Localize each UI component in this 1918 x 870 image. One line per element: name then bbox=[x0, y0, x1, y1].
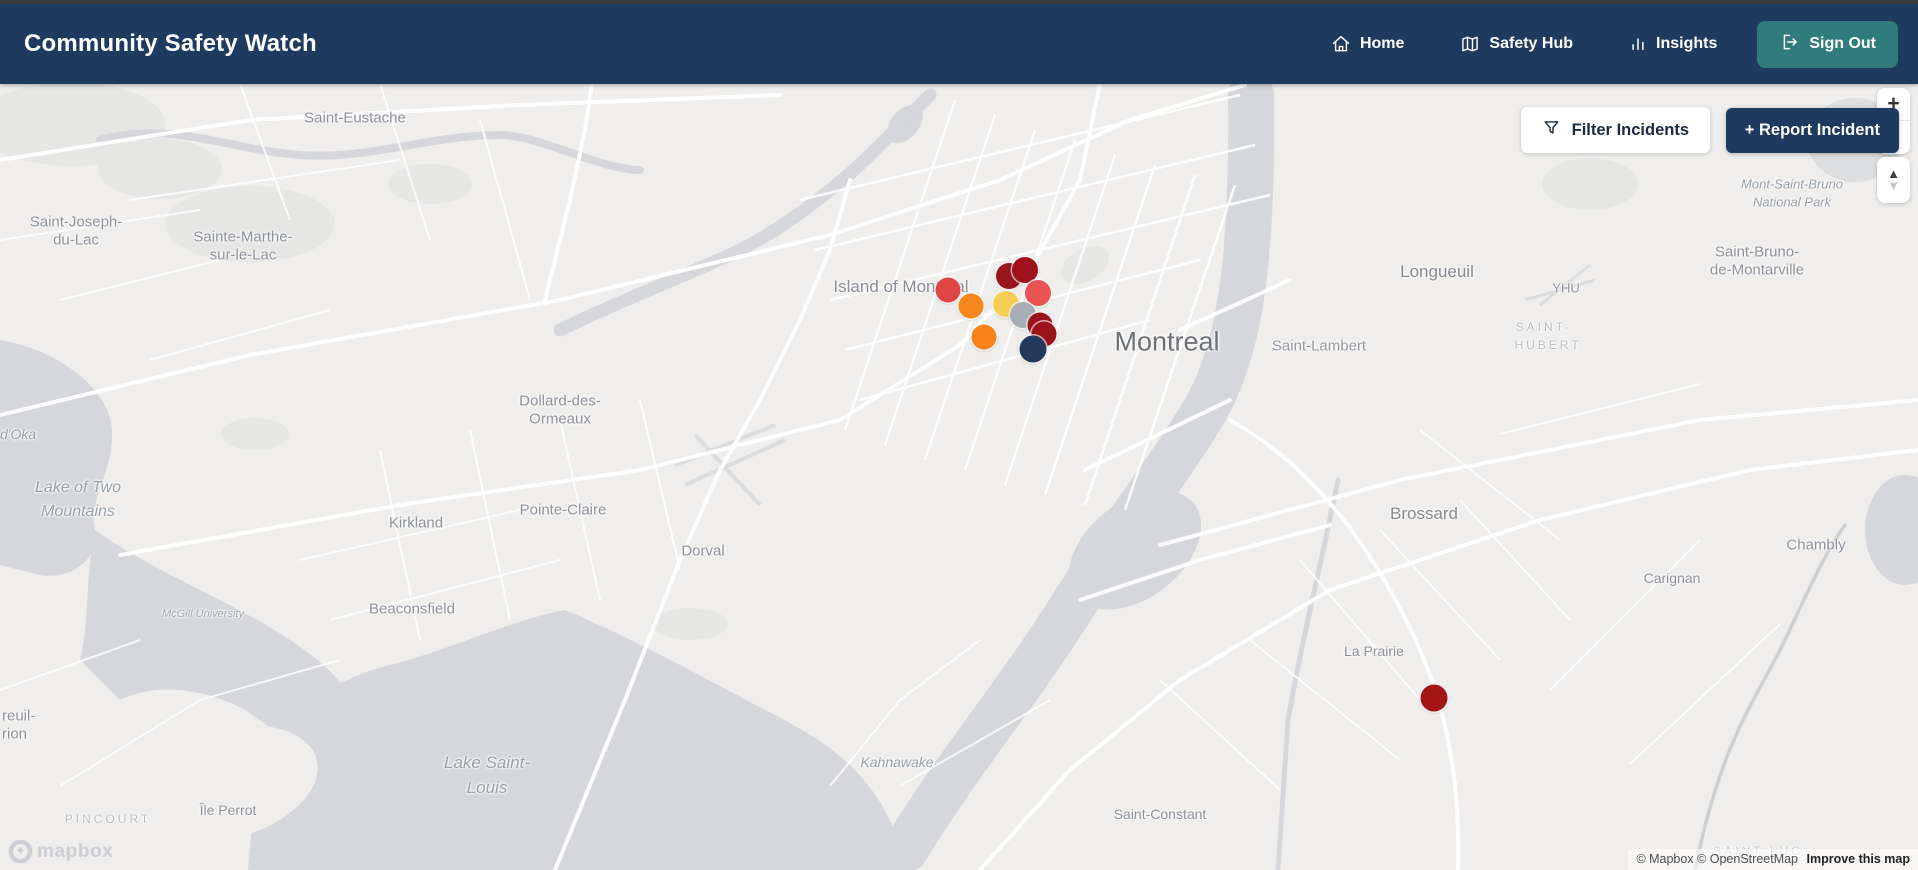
map-canvas[interactable]: Saint-Eustache Saint-Joseph-du-Lac Sainte-… bbox=[0, 84, 1918, 870]
filter-incidents-button[interactable]: Filter Incidents bbox=[1520, 107, 1710, 153]
report-incident-label: + Report Incident bbox=[1744, 121, 1880, 139]
home-icon bbox=[1331, 34, 1351, 54]
app-title: Community Safety Watch bbox=[24, 30, 317, 57]
nav-item-label: Safety Hub bbox=[1489, 35, 1573, 52]
attribution-improve-link[interactable]: Improve this map bbox=[1807, 852, 1911, 866]
incident-marker[interactable] bbox=[1420, 684, 1448, 712]
incident-marker[interactable] bbox=[1012, 257, 1038, 283]
mapbox-logo-text: mapbox bbox=[37, 840, 114, 862]
report-incident-button[interactable]: + Report Incident bbox=[1725, 108, 1899, 153]
incident-marker[interactable] bbox=[971, 324, 997, 350]
incident-marker[interactable] bbox=[958, 293, 984, 319]
sign-out-button[interactable]: Sign Out bbox=[1757, 20, 1898, 68]
sign-out-label: Sign Out bbox=[1809, 35, 1876, 52]
nav-item-label: Insights bbox=[1656, 35, 1718, 52]
filter-funnel-icon bbox=[1542, 118, 1561, 142]
pitch-down-icon: ▼ bbox=[1887, 178, 1900, 193]
mapbox-logo[interactable]: mapbox bbox=[8, 839, 113, 864]
nav-item-insights[interactable]: Insights bbox=[1629, 35, 1717, 53]
nav-item-safety-hub[interactable]: Safety Hub bbox=[1460, 34, 1573, 54]
map-attribution: © Mapbox © OpenStreetMap Improve this ma… bbox=[1628, 849, 1918, 870]
incident-marker[interactable] bbox=[935, 277, 961, 303]
nav-links: Home Safety Hub Insights Sign Out bbox=[1331, 20, 1898, 68]
nav-item-home[interactable]: Home bbox=[1331, 34, 1404, 54]
map-pitch-control[interactable]: ▲ ▼ bbox=[1877, 157, 1910, 203]
sign-out-icon bbox=[1779, 32, 1799, 57]
mapbox-logo-icon bbox=[8, 839, 33, 864]
nav-item-label: Home bbox=[1359, 35, 1405, 52]
map-icon bbox=[1460, 34, 1480, 54]
incident-marker[interactable] bbox=[1019, 335, 1047, 363]
basemap-art bbox=[0, 84, 1918, 870]
app-window: Community Safety Watch Home Safety Hub I… bbox=[0, 0, 1918, 870]
window-top-strip bbox=[0, 0, 1918, 4]
incident-marker[interactable] bbox=[1025, 280, 1051, 306]
attribution-mapbox-link[interactable]: © Mapbox bbox=[1636, 852, 1693, 866]
top-navbar: Community Safety Watch Home Safety Hub I… bbox=[0, 4, 1918, 84]
attribution-osm-link[interactable]: © OpenStreetMap bbox=[1697, 852, 1798, 866]
filter-incidents-label: Filter Incidents bbox=[1571, 120, 1689, 139]
insights-icon bbox=[1629, 35, 1647, 53]
